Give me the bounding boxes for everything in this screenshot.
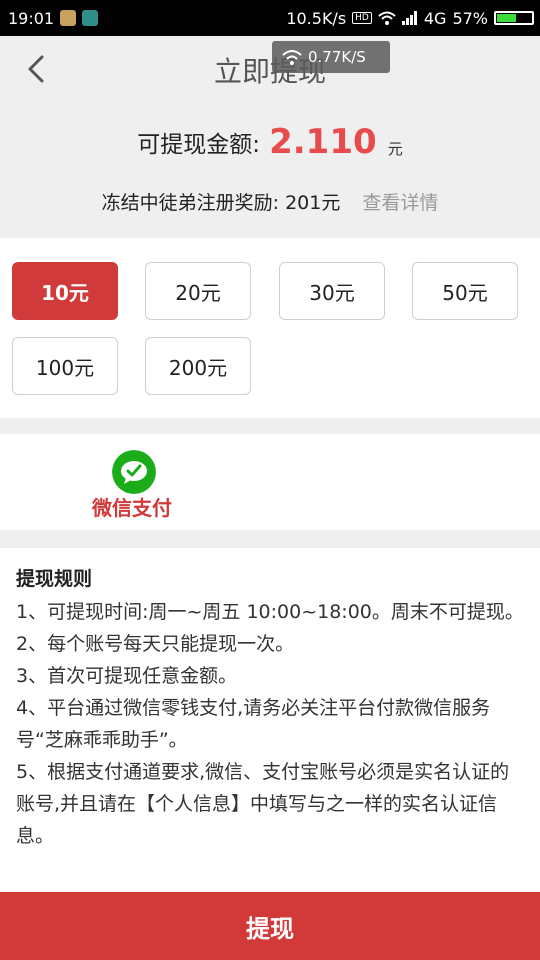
wechat-pay-label: 微信支付 — [92, 496, 172, 520]
rule-item: 1、可提现时间:周一~周五 10:00~18:00。周末不可提现。 — [16, 601, 524, 623]
amount-option-200[interactable]: 200元 — [145, 337, 251, 395]
notification-app-icon — [60, 10, 77, 26]
battery-icon — [494, 11, 534, 25]
amount-option-20[interactable]: 20元 — [145, 262, 251, 320]
payment-method-panel: 微信支付 — [0, 434, 540, 530]
rules-list: 1、可提现时间:周一~周五 10:00~18:00。周末不可提现。 2、每个账号… — [16, 596, 528, 852]
amount-option-10[interactable]: 10元 — [12, 262, 118, 320]
balance-unit: 元 — [387, 139, 403, 158]
balance-amount: 2.110 — [269, 122, 377, 162]
speed-overlay-text: 0.77K/S — [308, 48, 366, 66]
notification-scan-icon — [82, 10, 99, 26]
withdraw-rules: 提现规则 1、可提现时间:周一~周五 10:00~18:00。周末不可提现。 2… — [0, 548, 540, 892]
view-details-link[interactable]: 查看详情 — [362, 192, 438, 214]
balance-panel: 可提现金额: 2.110 元 冻结中徒弟注册奖励: 201元 查看详情 — [0, 104, 540, 238]
status-bar: 19:01 10.5K/s HD 4G 57% — [0, 0, 540, 36]
wechat-pay-icon — [112, 450, 156, 494]
net-speed: 10.5K/s — [286, 8, 347, 28]
amount-option-100[interactable]: 100元 — [12, 337, 118, 395]
rule-item: 3、首次可提现任意金额。 — [16, 665, 238, 687]
rule-item: 2、每个账号每天只能提现一次。 — [16, 633, 295, 655]
amount-option-50[interactable]: 50元 — [412, 262, 518, 320]
network-type: 4G — [423, 8, 447, 28]
amount-option-30[interactable]: 30元 — [279, 262, 385, 320]
hd-icon: HD — [352, 12, 372, 24]
nav-bar: 立即提现 0.77K/S — [0, 36, 540, 105]
frozen-line: 冻结中徒弟注册奖励: 201元 查看详情 — [0, 188, 540, 215]
frozen-label: 冻结中徒弟注册奖励: — [101, 192, 280, 214]
rules-title: 提现规则 — [16, 568, 93, 590]
battery-percent: 57% — [452, 8, 488, 28]
status-time: 19:01 — [8, 8, 55, 28]
rule-item: 5、根据支付通道要求,微信、支付宝账号必须是实名认证的账号,并且请在【个人信息】… — [16, 761, 510, 847]
rule-item: 4、平台通过微信零钱支付,请务必关注平台付款微信服务号“芝麻乖乖助手”。 — [16, 697, 491, 751]
wifi-icon — [282, 50, 302, 65]
amount-options: 10元 20元 30元 50元 100元 200元 — [0, 238, 540, 418]
balance-line: 可提现金额: 2.110 元 — [0, 122, 540, 162]
speed-overlay: 0.77K/S — [272, 41, 390, 73]
signal-icon — [401, 11, 417, 25]
frozen-value: 201元 — [285, 192, 341, 214]
withdraw-button[interactable]: 提现 — [0, 892, 540, 960]
balance-label: 可提现金额: — [137, 132, 260, 158]
page-title: 立即提现 — [213, 55, 326, 88]
wifi-icon — [378, 11, 396, 25]
